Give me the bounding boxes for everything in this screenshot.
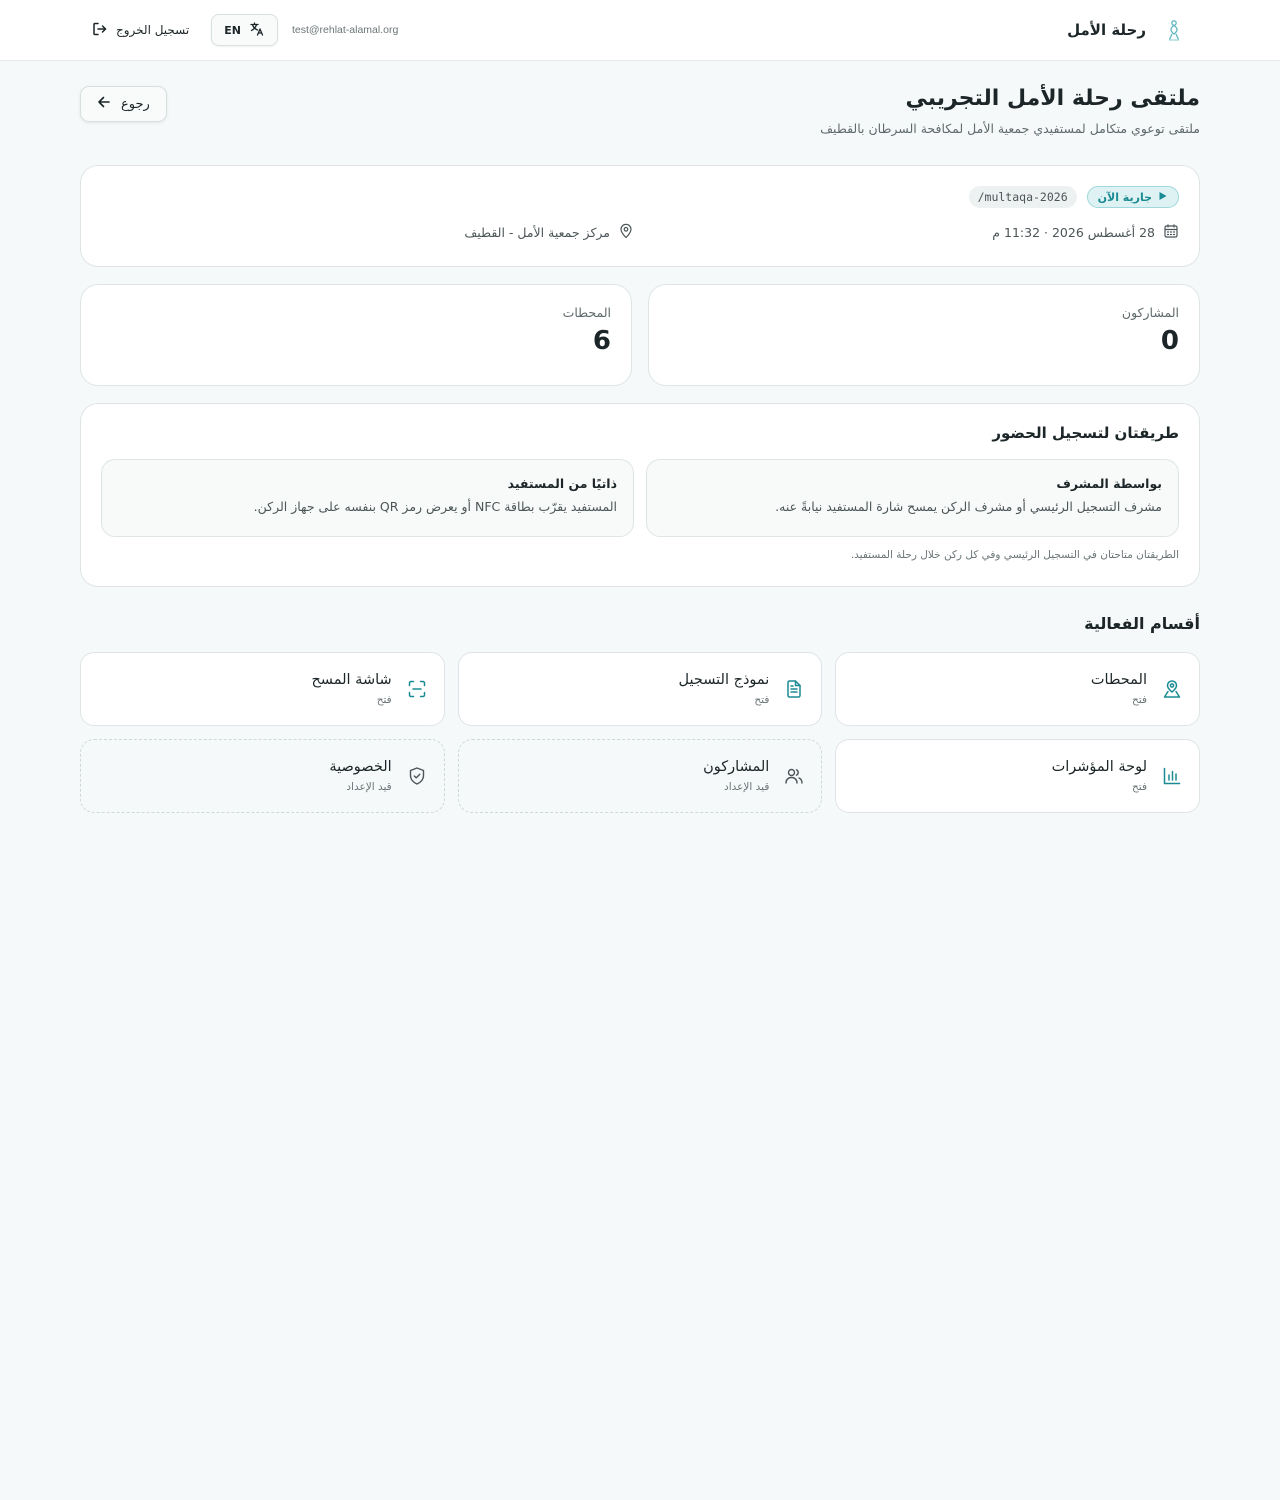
tile-title: الخصوصية xyxy=(329,759,392,775)
tile-title: شاشة المسح xyxy=(311,672,392,688)
stations-stat-card: المحطات 6 xyxy=(80,284,632,386)
tile-status: قيد الإعداد xyxy=(346,781,392,793)
page-heading: ملتقى رحلة الأمل التجريبي ملتقى توعوي مت… xyxy=(820,85,1200,136)
page-subtitle: ملتقى توعوي متكامل لمستفيدي جمعية الأمل … xyxy=(820,121,1200,136)
event-meta: 28 أغسطس 2026 · 11:32 م مركز جمعية الأمل… xyxy=(101,223,1179,242)
status-label: جارية الآن xyxy=(1097,190,1152,204)
tile-status: قيد الإعداد xyxy=(724,781,770,793)
play-icon xyxy=(1158,191,1168,204)
tile-title: لوحة المؤشرات xyxy=(1051,759,1147,775)
location-pin-icon xyxy=(618,223,634,242)
attendance-methods-row: بواسطة المشرف مشرف التسجيل الرئيسي أو مش… xyxy=(101,459,1179,537)
section-tile-registration-form[interactable]: نموذج التسجيل فتح xyxy=(457,652,823,726)
shield-check-icon xyxy=(406,765,428,787)
bar-chart-icon xyxy=(1161,765,1183,787)
top-bar: رحلة الأمل تسجيل الخروج EN test@rehlat-a… xyxy=(0,0,1280,61)
method-description: مشرف التسجيل الرئيسي أو مشرف الركن يمسح … xyxy=(775,499,1162,514)
tile-status: فتح xyxy=(1132,781,1147,793)
tile-status: فتح xyxy=(754,694,770,706)
tile-text: لوحة المؤشرات فتح xyxy=(1052,759,1147,793)
attendance-note: الطريقتان متاحتان في التسجيل الرئيسي وفي… xyxy=(850,549,1179,561)
method-supervisor: بواسطة المشرف مشرف التسجيل الرئيسي أو مش… xyxy=(646,459,1179,537)
tile-text: المشاركون قيد الإعداد xyxy=(703,759,769,793)
back-label: رجوع xyxy=(121,96,150,112)
brand[interactable]: رحلة الأمل xyxy=(1067,18,1188,42)
tile-text: المحطات فتح xyxy=(1091,672,1147,706)
tile-status: فتح xyxy=(376,694,392,706)
page-header: ملتقى رحلة الأمل التجريبي ملتقى توعوي مت… xyxy=(80,85,1200,165)
arrow-left-icon xyxy=(97,95,111,113)
sections-grid: المحطات فتح نموذج التسجيل فتح شاشة المسح… xyxy=(80,652,1200,813)
method-title: بواسطة المشرف xyxy=(1056,476,1162,491)
logout-button[interactable]: تسجيل الخروج xyxy=(84,21,197,40)
language-toggle-button[interactable]: EN xyxy=(211,14,278,46)
section-tile-participants[interactable]: المشاركون قيد الإعداد xyxy=(457,739,823,813)
tile-title: المحطات xyxy=(1090,672,1147,688)
method-self: ذاتيًا من المستفيد المستفيد يقرّب بطاقة … xyxy=(101,459,634,537)
participants-stat-card: المشاركون 0 xyxy=(648,284,1200,386)
page-title: ملتقى رحلة الأمل التجريبي xyxy=(905,86,1201,111)
stat-label: المحطات xyxy=(562,305,611,320)
stat-value: 0 xyxy=(1160,326,1179,356)
tile-status: فتح xyxy=(1132,694,1147,706)
stat-value: 6 xyxy=(592,326,611,356)
sections-title: أقسام الفعالية xyxy=(1084,614,1200,633)
back-button[interactable]: رجوع xyxy=(80,86,167,122)
logout-icon xyxy=(92,21,108,40)
attendance-methods-card: طريقتان لتسجيل الحضور بواسطة المشرف مشرف… xyxy=(80,403,1200,587)
logout-label: تسجيل الخروج xyxy=(116,23,190,37)
brand-name: رحلة الأمل xyxy=(1067,21,1146,39)
stats-row: المشاركون 0 المحطات 6 xyxy=(80,284,1200,386)
section-tile-dashboard[interactable]: لوحة المؤشرات فتح xyxy=(835,739,1200,813)
top-actions: تسجيل الخروج EN test@rehlat-alamal.org xyxy=(84,14,398,46)
tile-text: نموذج التسجيل فتح xyxy=(679,672,770,706)
stat-label: المشاركون xyxy=(1121,305,1179,320)
event-date: 28 أغسطس 2026 · 11:32 م xyxy=(634,223,1179,242)
method-description: المستفيد يقرّب بطاقة NFC أو يعرض رمز QR … xyxy=(253,499,617,514)
tile-title: نموذج التسجيل xyxy=(678,672,770,688)
user-email: test@rehlat-alamal.org xyxy=(291,24,399,36)
translate-icon xyxy=(249,21,265,40)
users-icon xyxy=(783,765,805,787)
event-info-card: جارية الآن /multaqa-2026 28 أغسطس 2026 ·… xyxy=(80,165,1200,267)
language-code: EN xyxy=(224,23,241,37)
attendance-methods-title: طريقتان لتسجيل الحضور xyxy=(992,424,1179,442)
status-badge: جارية الآن xyxy=(1086,186,1179,208)
event-slug: /multaqa-2026 xyxy=(968,186,1077,208)
event-datetime: 28 أغسطس 2026 · 11:32 م xyxy=(992,225,1155,240)
ribbon-logo-icon xyxy=(1164,18,1184,42)
map-pin-icon xyxy=(1161,678,1183,700)
section-tile-stations[interactable]: المحطات فتح xyxy=(835,652,1200,726)
main-content: ملتقى رحلة الأمل التجريبي ملتقى توعوي مت… xyxy=(0,61,1280,813)
document-icon xyxy=(783,678,805,700)
tile-text: الخصوصية قيد الإعداد xyxy=(329,759,391,793)
section-tile-scan-screen[interactable]: شاشة المسح فتح xyxy=(80,652,445,726)
method-title: ذاتيًا من المستفيد xyxy=(507,476,617,491)
tile-text: شاشة المسح فتح xyxy=(311,672,391,706)
event-badges: جارية الآن /multaqa-2026 xyxy=(101,186,1179,208)
calendar-icon xyxy=(1163,223,1179,242)
scan-icon xyxy=(406,678,428,700)
tile-title: المشاركون xyxy=(703,759,770,775)
event-location: مركز جمعية الأمل - القطيف xyxy=(464,223,634,242)
section-tile-privacy[interactable]: الخصوصية قيد الإعداد xyxy=(80,739,445,813)
event-location-label: مركز جمعية الأمل - القطيف xyxy=(464,225,610,240)
